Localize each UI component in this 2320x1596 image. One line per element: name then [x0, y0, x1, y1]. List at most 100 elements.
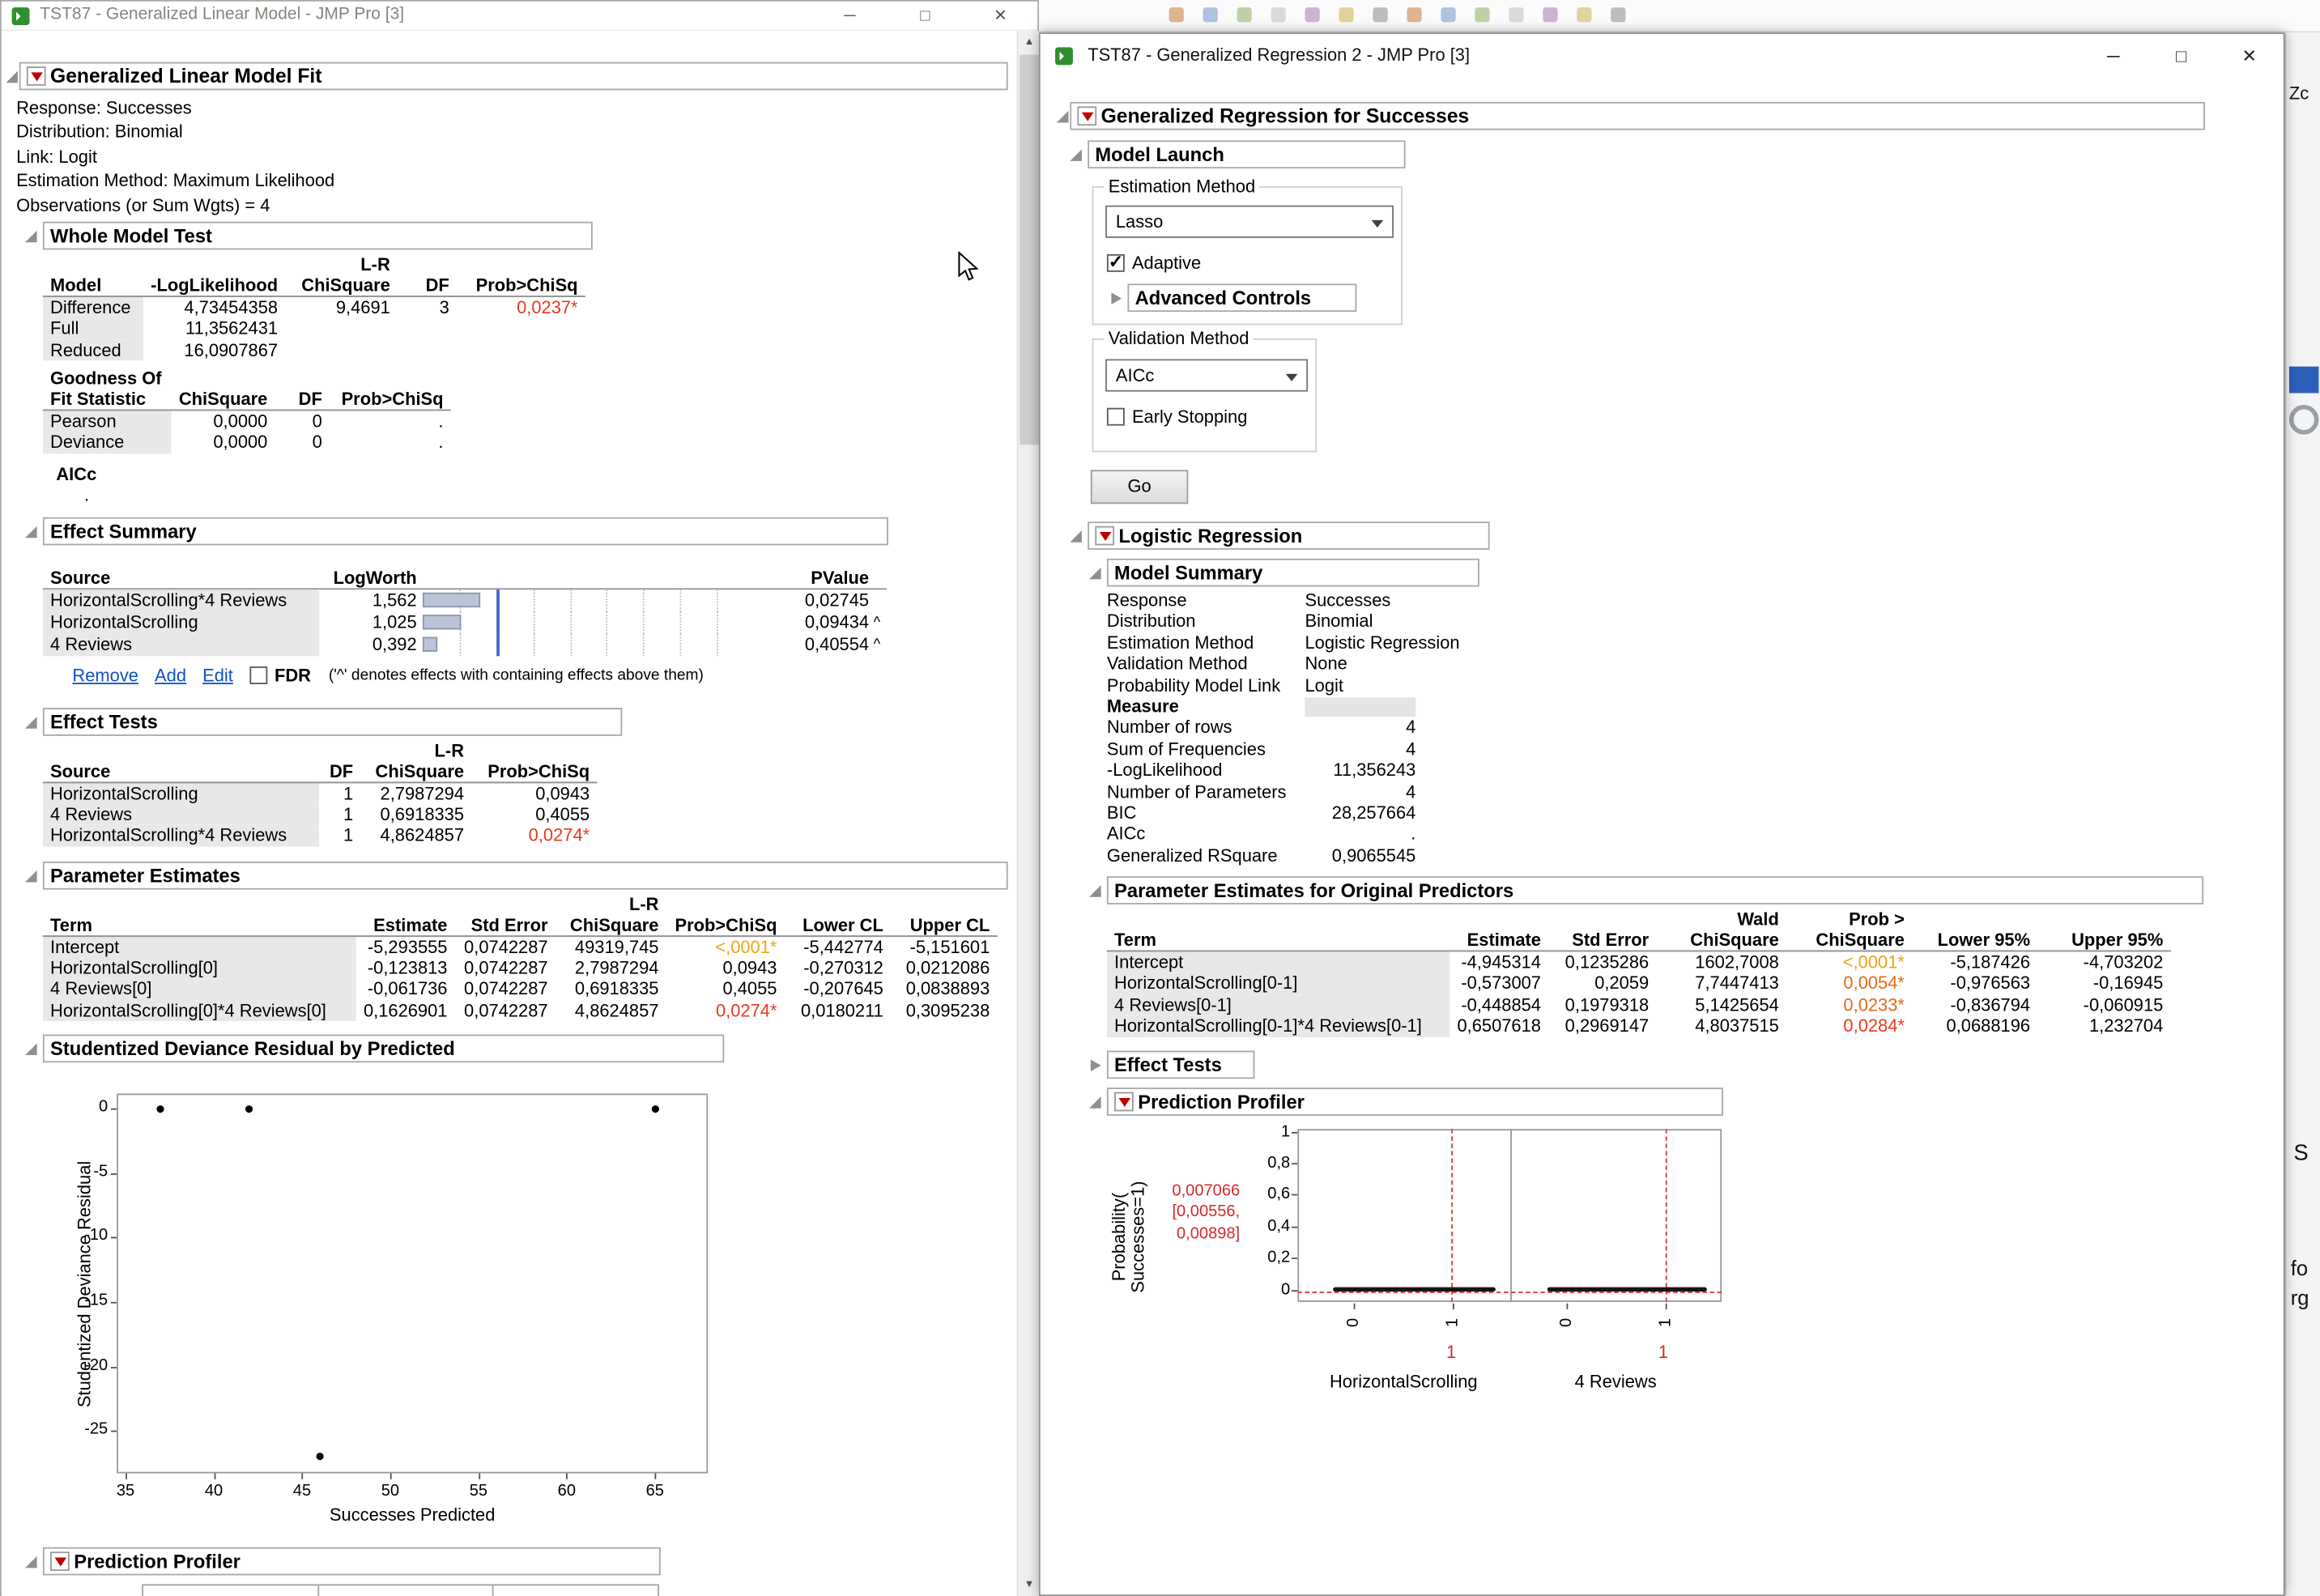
- summary-value: None: [1305, 653, 1491, 675]
- go-button[interactable]: Go: [1091, 470, 1188, 504]
- minimize-button[interactable]: ─: [829, 2, 871, 32]
- column-header: [2037, 909, 2170, 930]
- disclosure-open-icon[interactable]: [25, 526, 37, 538]
- outline-header-effect-summary[interactable]: Effect Summary: [43, 517, 888, 545]
- gridline: [533, 589, 534, 611]
- summary-label: Validation Method: [1107, 653, 1305, 675]
- add-link[interactable]: Add: [155, 664, 186, 685]
- outline-header-whole-model-test[interactable]: Whole Model Test: [43, 222, 593, 250]
- profiler-cell[interactable]: [1297, 1129, 1509, 1302]
- outline-header-prediction-profiler[interactable]: Prediction Profiler: [1107, 1087, 1723, 1115]
- data-table: L-RSourceDFChiSquareProb>ChiSqHorizontal…: [43, 739, 597, 845]
- minimize-button[interactable]: ─: [2079, 34, 2148, 79]
- disclosure-open-icon[interactable]: [25, 1044, 37, 1056]
- fdr-checkbox[interactable]: [249, 666, 267, 683]
- cell: 4,73454358: [143, 296, 285, 317]
- red-triangle-menu-icon[interactable]: [27, 66, 46, 86]
- cell: 0,1235286: [1548, 951, 1656, 972]
- red-triangle-menu-icon[interactable]: [1095, 526, 1114, 546]
- scroll-up-button[interactable]: ▲: [1018, 31, 1040, 53]
- cell: 0,0274*: [471, 824, 597, 845]
- disclosure-closed-icon[interactable]: [1111, 292, 1122, 304]
- checkbox-unchecked-icon[interactable]: [1107, 408, 1125, 426]
- outline-header-effect-tests[interactable]: Effect Tests: [43, 707, 622, 735]
- cell: 7,7447413: [1656, 972, 1786, 994]
- column-header: Upper 95%: [2037, 930, 2170, 951]
- title-bar[interactable]: TST87 - Generalized Regression 2 - JMP P…: [1041, 34, 2284, 79]
- effect-summary-header: Source L​ogWorth PValue: [43, 565, 887, 589]
- outline-header-genreg[interactable]: Generalized Regression for Successes: [1070, 102, 2205, 130]
- disclosure-open-icon[interactable]: [1089, 885, 1101, 897]
- outline-header-logistic-regression[interactable]: Logistic Regression: [1088, 521, 1489, 550]
- red-triangle-menu-icon[interactable]: [50, 1551, 70, 1571]
- adaptive-checkbox-row[interactable]: Adaptive: [1107, 253, 1401, 274]
- cell: 0,4055: [471, 803, 597, 824]
- column-header: Prob>ChiSq: [471, 760, 597, 781]
- remove-link[interactable]: Remove: [72, 664, 138, 685]
- estimation-method-dropdown[interactable]: Lasso: [1105, 206, 1394, 238]
- info-line: Response: Successes: [16, 96, 1017, 121]
- factor-current-value[interactable]: 1: [1634, 1341, 1693, 1362]
- disclosure-open-icon[interactable]: [1070, 149, 1082, 161]
- plot-frame[interactable]: [117, 1094, 708, 1474]
- row-label: Reduced: [43, 339, 143, 360]
- outline-header-residual-plot[interactable]: Studentized Deviance Residual by Predict…: [43, 1035, 724, 1063]
- pvalue: 0,40554: [754, 633, 869, 655]
- disclosure-open-icon[interactable]: [25, 870, 37, 882]
- maximize-button[interactable]: □: [2148, 34, 2216, 79]
- outline-header-prediction-profiler[interactable]: Prediction Profiler: [43, 1547, 661, 1576]
- x-tick-mark: [655, 1474, 657, 1479]
- outline-header-parameter-estimates[interactable]: Parameter Estimates: [43, 861, 1008, 889]
- disclosure-open-icon[interactable]: [1070, 530, 1082, 543]
- scroll-down-button[interactable]: ▼: [1018, 1574, 1040, 1596]
- background-app-icon: [1611, 7, 1625, 22]
- summary-row: ResponseSuccesses: [1107, 589, 1492, 611]
- background-text-fragment: Zc: [2289, 83, 2309, 104]
- advanced-controls-header[interactable]: Advanced Controls: [1127, 283, 1356, 312]
- outline-header-parameter-estimates-original[interactable]: Parameter Estimates for Original Predict…: [1107, 876, 2203, 904]
- early-stopping-checkbox-row[interactable]: Early Stopping: [1107, 406, 1315, 428]
- confidence-interval: 0,00898]: [1157, 1223, 1240, 1244]
- close-button[interactable]: ✕: [2216, 34, 2284, 79]
- disclosure-open-icon[interactable]: [6, 71, 18, 83]
- red-triangle-menu-icon[interactable]: [1077, 106, 1096, 126]
- checkbox-checked-icon[interactable]: [1107, 254, 1125, 272]
- cell: 4,8037515: [1656, 1015, 1786, 1036]
- factor-setting-line[interactable]: [1665, 1129, 1667, 1302]
- cell: 11,3562431: [143, 317, 285, 338]
- maximize-button[interactable]: □: [905, 2, 946, 32]
- vertical-scrollbar[interactable]: ▲ ▼: [1017, 31, 1039, 1596]
- outline-header-effect-tests-collapsed[interactable]: Effect Tests: [1107, 1050, 1255, 1079]
- disclosure-closed-icon[interactable]: [1091, 1059, 1101, 1071]
- disclosure-open-icon[interactable]: [25, 1556, 37, 1568]
- y-tick-mark: [111, 1173, 117, 1174]
- factor-setting-line[interactable]: [1451, 1129, 1453, 1302]
- disclosure-open-icon[interactable]: [25, 716, 37, 728]
- edit-link[interactable]: Edit: [202, 664, 233, 685]
- validation-method-dropdown[interactable]: AICc: [1105, 359, 1308, 391]
- summary-label: Response: [1107, 589, 1305, 611]
- outline-header-model-launch[interactable]: Model Launch: [1088, 140, 1405, 168]
- column-header: DF: [319, 760, 360, 781]
- caret-note: ('^' denotes effects with containing eff…: [329, 666, 704, 683]
- cell: 0,0054*: [1786, 972, 1912, 994]
- profiler-cell[interactable]: [1509, 1129, 1722, 1302]
- close-button[interactable]: ✕: [980, 2, 1021, 32]
- logworth-bar: [423, 614, 461, 628]
- factor-current-value[interactable]: 1: [1422, 1341, 1481, 1362]
- whole-model-test-table: L-RModel-LogLikelihoodChiSquareDFProb>Ch…: [43, 254, 1017, 360]
- disclosure-open-icon[interactable]: [1057, 111, 1069, 123]
- disclosure-open-icon[interactable]: [1089, 1096, 1101, 1108]
- disclosure-open-icon[interactable]: [25, 231, 37, 243]
- summary-label: Probability Model Link: [1107, 675, 1305, 696]
- outline-header-model-summary[interactable]: Model Summary: [1107, 559, 1479, 587]
- x-tick-mark: [1566, 1303, 1568, 1309]
- window-generalized-regression: TST87 - Generalized Regression 2 - JMP P…: [1039, 32, 2284, 1596]
- y-tick-label: 0,8: [1243, 1154, 1290, 1172]
- scrollbar-thumb[interactable]: [1020, 55, 1039, 445]
- title-bar[interactable]: TST87 - Generalized Linear Model - JMP P…: [2, 2, 1037, 32]
- red-triangle-menu-icon[interactable]: [1114, 1092, 1134, 1111]
- outline-header-glm-fit[interactable]: Generalized Linear Model Fit: [19, 62, 1008, 91]
- column-header: ChiSquare: [285, 275, 398, 296]
- disclosure-open-icon[interactable]: [1089, 568, 1101, 580]
